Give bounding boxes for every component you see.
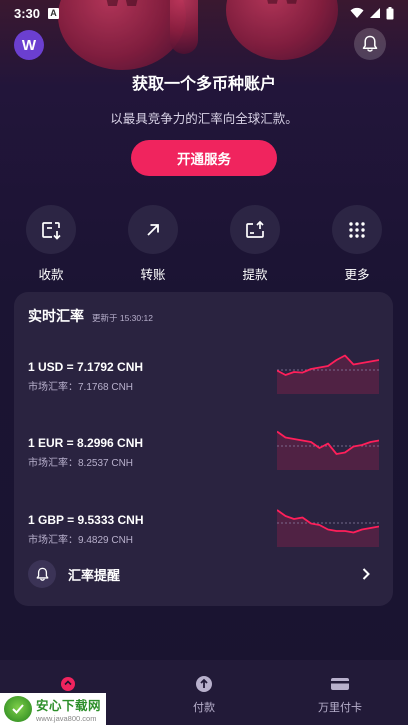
wifi-icon [350, 7, 364, 18]
grid-dots-icon [349, 221, 365, 238]
avatar[interactable]: W [14, 30, 44, 60]
battery-icon [386, 6, 394, 19]
nav-label: 付款 [193, 702, 215, 714]
status-time: 3:30 [14, 5, 41, 21]
action-label: 收款 [38, 268, 64, 282]
action-circle [26, 205, 76, 254]
pay-icon [196, 676, 212, 692]
notification-icon: A [48, 7, 60, 19]
market-rate: 市场汇率：7.1768 CNH [28, 382, 134, 393]
quick-actions: 收款 转账 提款 更多 [0, 205, 408, 283]
action-circle [230, 205, 280, 254]
sparkline-area [277, 431, 379, 470]
status-icons [350, 6, 394, 20]
withdraw-icon [246, 220, 264, 238]
rate-row-gbp[interactable]: 1 GBP = 9.5333 CNH 市场汇率：9.4829 CNH [28, 509, 379, 563]
nav-pay[interactable]: 付款 [136, 660, 272, 725]
action-receive[interactable]: 收款 [25, 205, 77, 283]
rate-row-usd[interactable]: 1 USD = 7.1792 CNH 市场汇率：7.1768 CNH [28, 354, 379, 410]
action-transfer[interactable]: 转账 [127, 205, 179, 283]
site-watermark: 安心下载网 www.java800.com [0, 693, 106, 725]
chevron-right-icon [362, 568, 370, 580]
action-circle [332, 205, 382, 254]
nav-card[interactable]: 万里付卡 [272, 660, 408, 725]
hero-subtitle: 以最具竞争力的汇率向全球汇款。 [110, 112, 298, 126]
home-icon [61, 677, 75, 691]
status-bar: 3:30 A [0, 0, 408, 26]
arrow-up-right-icon [147, 223, 159, 236]
rates-card: 实时汇率 更新于 15:30:12 1 USD = 7.1792 CNH 市场汇… [14, 292, 393, 606]
rate-value: 1 GBP = 9.5333 CNH [28, 513, 144, 527]
nav-label: 万里付卡 [318, 702, 362, 714]
shield-check-icon [12, 704, 24, 714]
action-label: 转账 [140, 268, 166, 282]
notifications-button[interactable] [354, 28, 386, 60]
action-withdraw[interactable]: 提款 [229, 205, 281, 283]
rate-sparkline [277, 509, 379, 547]
top-bar: W [0, 28, 408, 62]
card-icon [331, 678, 349, 690]
rate-sparkline [277, 430, 379, 470]
rate-value: 1 USD = 7.1792 CNH [28, 360, 144, 374]
rate-value: 1 EUR = 8.2996 CNH [28, 436, 144, 450]
nav-icon-wrap [195, 674, 213, 694]
rate-alert-row[interactable]: 汇率提醒 [28, 558, 379, 590]
signal-icon [370, 8, 380, 18]
bell-icon [362, 35, 378, 52]
market-rate: 市场汇率：9.4829 CNH [28, 535, 134, 546]
alert-bell-circle [28, 560, 56, 588]
watermark-logo-icon [4, 696, 32, 722]
receive-icon [42, 221, 61, 240]
action-label: 更多 [344, 268, 370, 282]
rates-updated-time: 更新于 15:30:12 [92, 313, 153, 323]
avatar-letter: W [21, 36, 37, 54]
rate-row-eur[interactable]: 1 EUR = 8.2996 CNH 市场汇率：8.2537 CNH [28, 430, 379, 486]
market-rate: 市场汇率：8.2537 CNH [28, 458, 134, 469]
app-screen: W ₱ ₩ 3:30 A W 获取一个多币种账户 以最具竞争力的汇率向全球汇款。… [0, 0, 408, 725]
sparkline-area [277, 355, 379, 394]
watermark-text: 安心下载网 www.java800.com [36, 695, 101, 723]
action-circle [128, 205, 178, 254]
rate-sparkline [277, 354, 379, 394]
open-service-button[interactable]: 开通服务 [131, 140, 277, 176]
hero-title: 获取一个多币种账户 [131, 76, 276, 93]
action-label: 提款 [242, 268, 268, 282]
nav-icon-wrap [60, 674, 76, 694]
nav-icon-wrap [330, 674, 350, 694]
rates-title: 实时汇率 [28, 308, 84, 324]
action-more[interactable]: 更多 [331, 205, 383, 283]
bell-icon [36, 567, 48, 581]
rates-header: 实时汇率 更新于 15:30:12 [28, 306, 153, 326]
rate-alert-label: 汇率提醒 [68, 567, 121, 583]
watermark-url: www.java800.com [36, 714, 97, 723]
watermark-name: 安心下载网 [36, 699, 102, 713]
